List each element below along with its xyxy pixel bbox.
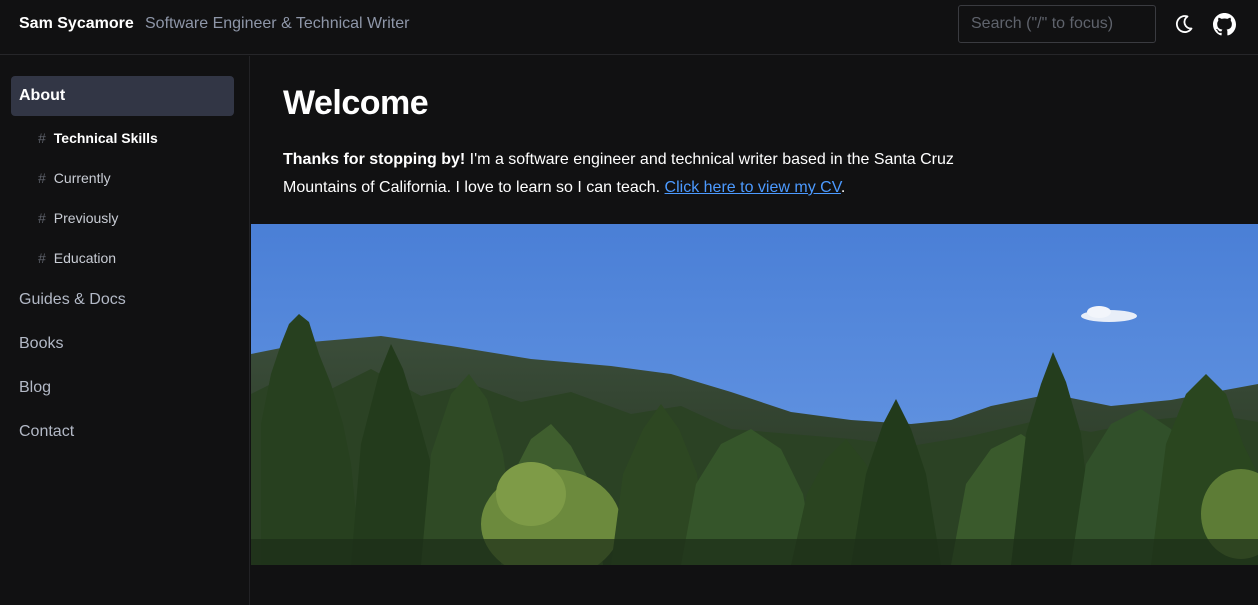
github-icon[interactable]: [1212, 11, 1236, 37]
page-title: Welcome: [283, 84, 429, 122]
sidebar: About # Technical Skills # Currently # Prev…: [0, 56, 250, 605]
sidebar-item-about[interactable]: About: [11, 76, 234, 116]
hero-forest-image: [251, 224, 1258, 565]
intro-end: .: [840, 179, 846, 196]
toc-item-label: Education: [53, 250, 117, 266]
top-bar: Sam Sycamore Software Engineer & Technic…: [0, 0, 1258, 55]
sidebar-item-label: About: [19, 87, 66, 104]
sidebar-item-guides-docs[interactable]: Guides & Docs: [19, 291, 126, 309]
sidebar-item-blog[interactable]: Blog: [19, 379, 51, 397]
toc-item-label: Currently: [53, 170, 111, 186]
moon-icon[interactable]: [1172, 11, 1196, 37]
intro-paragraph: Thanks for stopping by! I'm a software e…: [283, 146, 1003, 202]
cv-link[interactable]: Click here to view my CV: [665, 179, 841, 196]
site-brand[interactable]: Sam Sycamore: [19, 15, 134, 33]
site-tagline: Software Engineer & Technical Writer: [145, 15, 410, 32]
hash-icon: #: [38, 250, 46, 266]
hash-icon: #: [38, 170, 46, 186]
sidebar-item-books[interactable]: Books: [19, 335, 63, 353]
hash-icon: #: [38, 210, 46, 226]
toc-item-currently[interactable]: # Currently: [38, 170, 111, 186]
toc-item-education[interactable]: # Education: [38, 250, 116, 266]
sidebar-item-contact[interactable]: Contact: [19, 423, 74, 441]
toc-item-technical-skills[interactable]: # Technical Skills: [38, 130, 158, 146]
toc-item-label: Previously: [53, 210, 119, 226]
main-content: Welcome Thanks for stopping by! I'm a so…: [251, 56, 1258, 605]
hash-icon: #: [38, 130, 46, 146]
intro-bold: Thanks for stopping by!: [283, 151, 466, 168]
toc-item-previously[interactable]: # Previously: [38, 210, 118, 226]
toc-item-label: Technical Skills: [53, 130, 158, 146]
search-input[interactable]: [958, 5, 1156, 43]
